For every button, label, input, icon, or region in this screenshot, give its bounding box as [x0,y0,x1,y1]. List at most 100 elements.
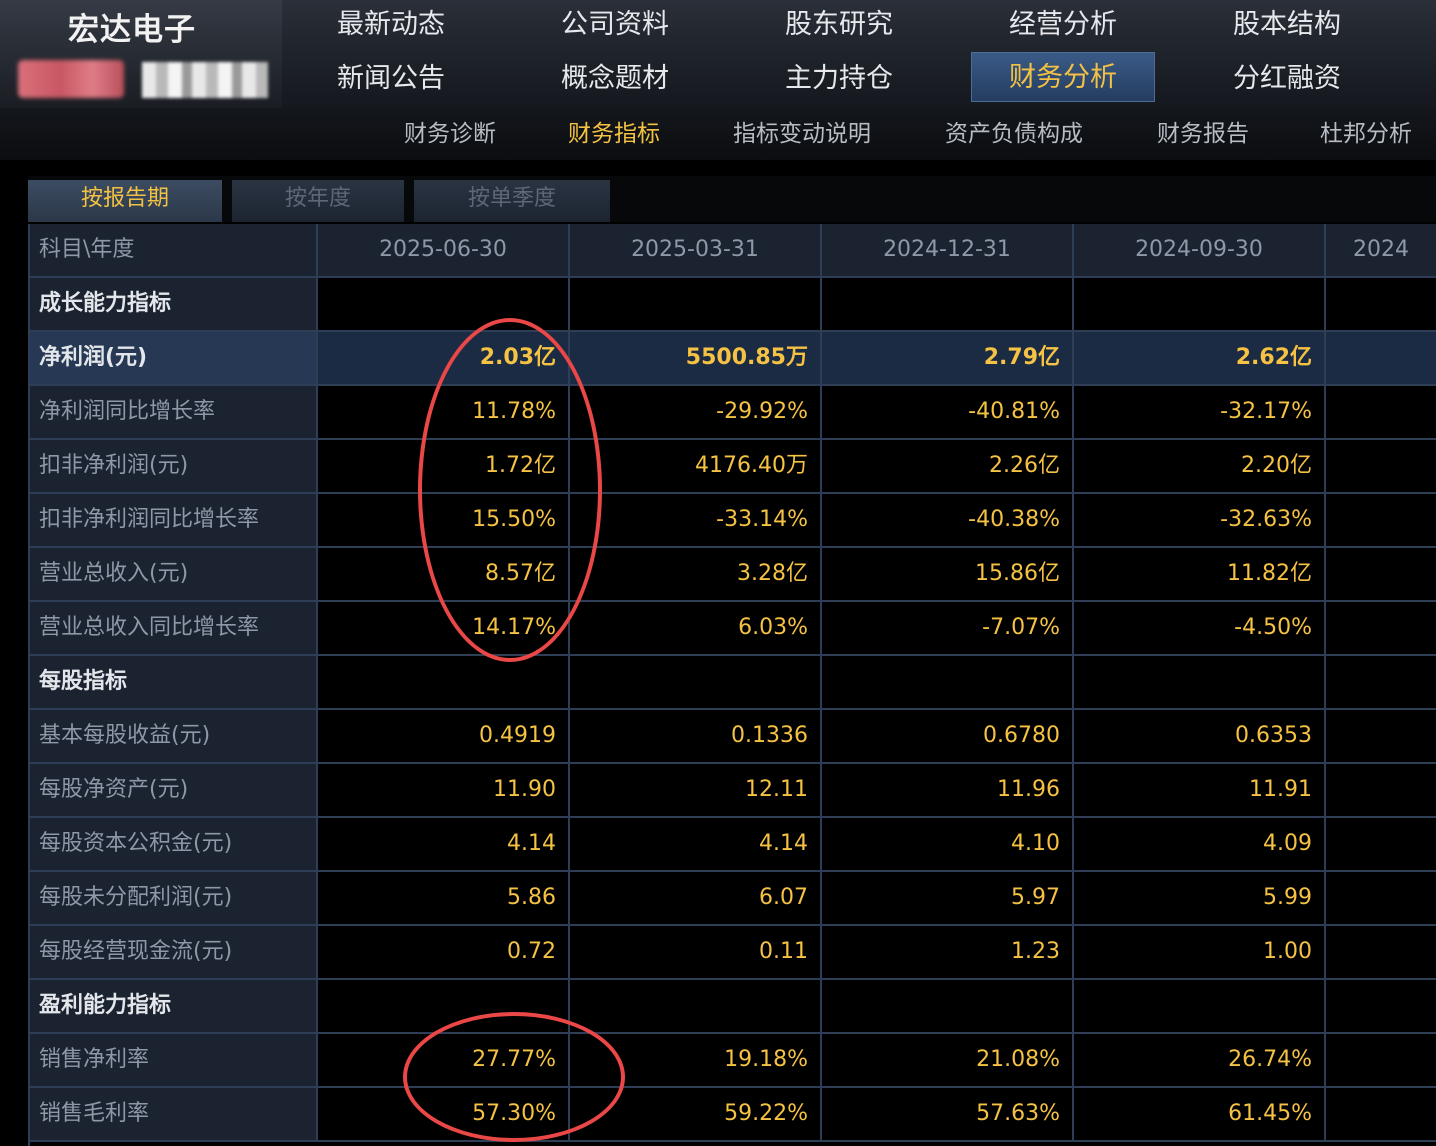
value-cell [570,278,822,330]
nav-announcements[interactable]: 新闻公告 [296,54,486,104]
value-cell: 15.86亿 [822,548,1074,600]
value-cell: 0.6780 [822,710,1074,762]
value-cell: -7.07% [822,602,1074,654]
table-header-row: 科目\年度 2025-06-30 2025-03-31 2024-12-31 2024-… [28,224,1436,278]
financial-indicators-table: 科目\年度 2025-06-30 2025-03-31 2024-12-31 2024-… [28,224,1436,1146]
table-row: 净利润(元) 2.03亿 5500.85万 2.79亿 2.62亿 [28,332,1436,386]
value-cell [822,278,1074,330]
value-cell: 21.08% [822,1034,1074,1086]
row-label: 每股未分配利润(元) [28,872,318,924]
table-row: 营业总收入同比增长率 14.17% 6.03% -7.07% -4.50% [28,602,1436,656]
value-cell: -33.14% [570,494,822,546]
brand-area: 宏达电子 [0,0,282,108]
value-cell: 2.26亿 [822,440,1074,492]
row-label: 销售毛利率 [28,1088,318,1140]
table-row: 每股净资产(元) 11.90 12.11 11.96 11.91 [28,764,1436,818]
value-cell [1326,494,1436,546]
section-row: 每股指标 [28,656,1436,710]
value-cell: 11.96 [822,764,1074,816]
nav-concepts[interactable]: 概念题材 [520,54,710,104]
table-row: 基本每股收益(元) 0.4919 0.1336 0.6780 0.6353 [28,710,1436,764]
table-row: 每股未分配利润(元) 5.86 6.07 5.97 5.99 [28,872,1436,926]
value-cell: 5500.85万 [570,332,822,384]
value-cell: 4.09 [1074,818,1326,870]
value-cell [822,656,1074,708]
nav-major-holdings[interactable]: 主力持仓 [744,54,934,104]
table-row: 营业总收入(元) 8.57亿 3.28亿 15.86亿 11.82亿 [28,548,1436,602]
column-header: 2024-09-30 [1074,224,1326,276]
value-cell: 6.07 [570,872,822,924]
value-cell: 2.20亿 [1074,440,1326,492]
nav-share-structure[interactable]: 股本结构 [1192,0,1382,50]
section-row: 成长能力指标 [28,278,1436,332]
value-cell: 57.63% [822,1088,1074,1140]
nav-shareholder-research[interactable]: 股东研究 [744,0,934,50]
value-cell: 11.91 [1074,764,1326,816]
subnav-financial-diagnosis[interactable]: 财务诊断 [404,112,496,156]
nav-company-info[interactable]: 公司资料 [520,0,710,50]
row-label: 每股资本公积金(元) [28,818,318,870]
value-cell: 1.00 [1074,926,1326,978]
value-cell: 2.62亿 [1074,332,1326,384]
row-label: 每股净资产(元) [28,764,318,816]
nav-operation-analysis[interactable]: 经营分析 [968,0,1158,50]
value-cell: 3.28亿 [570,548,822,600]
subnav-indicator-changes[interactable]: 指标变动说明 [733,112,871,156]
value-cell [1326,710,1436,762]
value-cell: -4.50% [1074,602,1326,654]
tab-by-year[interactable]: 按年度 [232,180,404,222]
table-row: 销售净利率 27.77% 19.18% 21.08% 26.74% [28,1034,1436,1088]
value-cell: 0.72 [318,926,570,978]
subnav-balance-sheet[interactable]: 资产负债构成 [945,112,1083,156]
redacted-stock-code [18,60,124,98]
row-label: 营业总收入同比增长率 [28,602,318,654]
column-header: 2025-06-30 [318,224,570,276]
value-cell: -32.63% [1074,494,1326,546]
row-label: 每股经营现金流(元) [28,926,318,978]
value-cell [1326,278,1436,330]
row-label: 基本每股收益(元) [28,710,318,762]
table-row: 扣非净利润(元) 1.72亿 4176.40万 2.26亿 2.20亿 [28,440,1436,494]
row-label: 扣非净利润(元) [28,440,318,492]
value-cell [570,656,822,708]
value-cell [822,980,1074,1032]
value-cell [1326,872,1436,924]
row-label: 扣非净利润同比增长率 [28,494,318,546]
annotation-oval-margins [403,1012,625,1142]
value-cell: -32.17% [1074,386,1326,438]
nav-latest-news[interactable]: 最新动态 [296,0,486,50]
value-cell: 2.79亿 [822,332,1074,384]
value-cell [1326,332,1436,384]
value-cell [1326,386,1436,438]
table-left-border [28,224,30,1146]
annotation-oval-growth [418,318,602,662]
section-label: 每股指标 [28,656,318,708]
corner-header: 科目\年度 [28,224,318,276]
subnav-financial-reports[interactable]: 财务报告 [1157,112,1249,156]
value-cell: 5.97 [822,872,1074,924]
value-cell: 6.03% [570,602,822,654]
table-row: 销售毛利率 57.30% 59.22% 57.63% 61.45% [28,1088,1436,1142]
value-cell: 4.14 [570,818,822,870]
value-cell [1326,656,1436,708]
subnav-financial-indicators[interactable]: 财务指标 [568,112,660,156]
value-cell: 0.1336 [570,710,822,762]
stock-name: 宏达电子 [68,12,196,48]
value-cell [318,656,570,708]
value-cell: 12.11 [570,764,822,816]
redacted-info [142,62,268,98]
tab-by-report-period[interactable]: 按报告期 [28,180,222,222]
subnav-dupont-analysis[interactable]: 杜邦分析 [1320,112,1412,156]
value-cell: 11.82亿 [1074,548,1326,600]
row-label: 净利润(元) [28,332,318,384]
value-cell [1326,548,1436,600]
table-row: 每股经营现金流(元) 0.72 0.11 1.23 1.00 [28,926,1436,980]
value-cell [1326,602,1436,654]
value-cell: 0.6353 [1074,710,1326,762]
value-cell [1074,656,1326,708]
nav-financial-analysis[interactable]: 财务分析 [971,52,1155,102]
value-cell: 11.90 [318,764,570,816]
nav-dividends[interactable]: 分红融资 [1192,54,1382,104]
value-cell [570,980,822,1032]
tab-by-quarter[interactable]: 按单季度 [414,180,610,222]
